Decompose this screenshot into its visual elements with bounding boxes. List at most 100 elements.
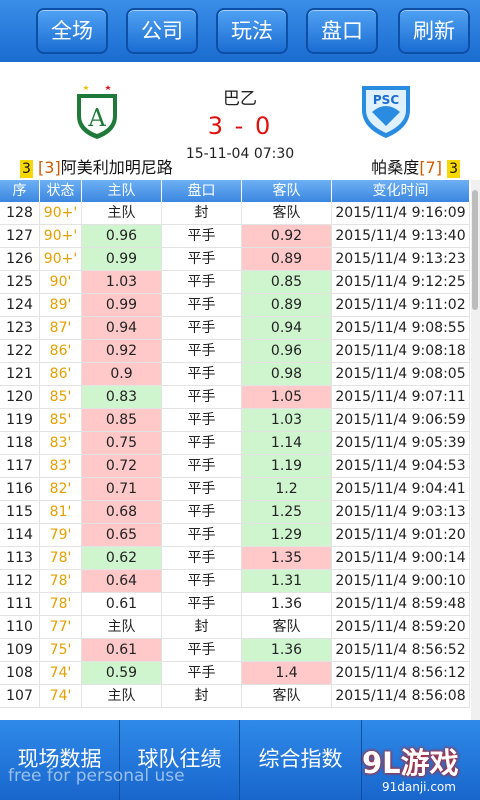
cell-change-time: 2015/11/4 9:03:13 — [332, 501, 470, 523]
cell-home-odds: 0.75 — [82, 432, 162, 454]
match-time: 15-11-04 07:30 — [185, 146, 295, 162]
cell-seq: 109 — [0, 639, 40, 661]
cell-change-time: 2015/11/4 9:01:20 — [332, 524, 470, 546]
cell-home-odds: 0.83 — [82, 386, 162, 408]
cell-handicap: 平手 — [162, 225, 242, 247]
cell-seq: 126 — [0, 248, 40, 270]
table-row[interactable]: 128 90+' 主队封客队 2015/11/4 9:16:09 — [0, 202, 470, 225]
tab-combined-index[interactable]: 综合指数 — [240, 720, 362, 800]
table-row[interactable]: 120 85' 0.83 平手 1.05 2015/11/4 9:07:11 — [0, 386, 470, 409]
table-row[interactable]: 109 75' 0.61 平手 1.36 2015/11/4 8:56:52 — [0, 639, 470, 662]
table-row[interactable]: 115 81' 0.68 平手 1.25 2015/11/4 9:03:13 — [0, 501, 470, 524]
cell-status: 74' — [40, 685, 82, 707]
table-row[interactable]: 125 90' 1.03 平手 0.85 2015/11/4 9:12:25 — [0, 271, 470, 294]
cell-status: 78' — [40, 547, 82, 569]
cell-away-odds: 0.98 — [242, 363, 332, 385]
cell-home-odds: 0.99 — [82, 248, 162, 270]
table-row[interactable]: 124 89' 0.99 平手 0.89 2015/11/4 9:11:02 — [0, 294, 470, 317]
away-team-logo-icon: PSC — [362, 86, 410, 138]
cell-handicap: 封 — [162, 202, 242, 224]
table-row[interactable]: 108 74' 0.59 平手 1.4 2015/11/4 8:56:12 — [0, 662, 470, 685]
cell-home-odds: 0.94 — [82, 317, 162, 339]
table-row[interactable]: 107 74' 主队封客队 2015/11/4 8:56:08 — [0, 685, 470, 708]
cell-seq: 121 — [0, 363, 40, 385]
cell-handicap: 平手 — [162, 294, 242, 316]
cell-home-odds: 0.9 — [82, 363, 162, 385]
cell-seq: 115 — [0, 501, 40, 523]
cell-change-time: 2015/11/4 9:08:18 — [332, 340, 470, 362]
cell-status: 86' — [40, 340, 82, 362]
cell-handicap: 平手 — [162, 432, 242, 454]
cell-change-time: 2015/11/4 9:06:59 — [332, 409, 470, 431]
table-row[interactable]: 110 77' 主队封客队 2015/11/4 8:59:20 — [0, 616, 470, 639]
table-row[interactable]: 113 78' 0.62 平手 1.35 2015/11/4 9:00:14 — [0, 547, 470, 570]
cell-status: 83' — [40, 455, 82, 477]
away-team[interactable]: 帕桑度[7] 3 — [371, 154, 460, 178]
cell-away-odds: 0.89 — [242, 294, 332, 316]
cell-status: 86' — [40, 363, 82, 385]
cell-home-odds: 主队 — [82, 202, 162, 224]
home-team-name: 阿美利加明尼路 — [60, 158, 173, 177]
cell-change-time: 2015/11/4 9:08:55 — [332, 317, 470, 339]
cell-seq: 119 — [0, 409, 40, 431]
cell-handicap: 平手 — [162, 271, 242, 293]
table-row[interactable]: 116 82' 0.71 平手 1.2 2015/11/4 9:04:41 — [0, 478, 470, 501]
table-row[interactable]: 127 90+' 0.96 平手 0.92 2015/11/4 9:13:40 — [0, 225, 470, 248]
cell-away-odds: 0.96 — [242, 340, 332, 362]
col-header-handicap: 盘口 — [162, 180, 242, 202]
cell-away-odds: 0.85 — [242, 271, 332, 293]
cell-change-time: 2015/11/4 8:59:48 — [332, 593, 470, 615]
table-row[interactable]: 123 87' 0.94 平手 0.94 2015/11/4 9:08:55 — [0, 317, 470, 340]
tab-handicap[interactable]: 盘口 — [306, 8, 378, 54]
cell-away-odds: 客队 — [242, 685, 332, 707]
tab-live-data[interactable]: 现场数据 — [0, 720, 120, 800]
cell-seq: 125 — [0, 271, 40, 293]
cell-status: 79' — [40, 524, 82, 546]
svg-text:A: A — [87, 104, 106, 132]
table-row[interactable]: 126 90+' 0.99 平手 0.89 2015/11/4 9:13:23 — [0, 248, 470, 271]
cell-change-time: 2015/11/4 9:07:11 — [332, 386, 470, 408]
tab-company[interactable]: 公司 — [126, 8, 198, 54]
cell-seq: 122 — [0, 340, 40, 362]
cell-away-odds: 1.31 — [242, 570, 332, 592]
refresh-button[interactable]: 刷新 — [398, 8, 470, 54]
cell-status: 90' — [40, 271, 82, 293]
table-row[interactable]: 117 83' 0.72 平手 1.19 2015/11/4 9:04:53 — [0, 455, 470, 478]
cell-handicap: 平手 — [162, 570, 242, 592]
cell-seq: 120 — [0, 386, 40, 408]
cell-change-time: 2015/11/4 9:13:23 — [332, 248, 470, 270]
col-header-status: 状态 — [40, 180, 82, 202]
cell-seq: 110 — [0, 616, 40, 638]
cell-status: 78' — [40, 593, 82, 615]
cell-seq: 111 — [0, 593, 40, 615]
table-row[interactable]: 118 83' 0.75 平手 1.14 2015/11/4 9:05:39 — [0, 432, 470, 455]
table-row[interactable]: 121 86' 0.9 平手 0.98 2015/11/4 9:08:05 — [0, 363, 470, 386]
table-row[interactable]: 112 78' 0.64 平手 1.31 2015/11/4 9:00:10 — [0, 570, 470, 593]
match-header: A 巴乙 3 - 0 15-11-04 07:30 PSC 3 [3]阿美利加明… — [0, 62, 480, 180]
table-row[interactable]: 119 85' 0.85 平手 1.03 2015/11/4 9:06:59 — [0, 409, 470, 432]
table-row[interactable]: 111 78' 0.61 平手 1.36 2015/11/4 8:59:48 — [0, 593, 470, 616]
home-team-logo-icon: A — [77, 85, 117, 139]
cell-change-time: 2015/11/4 9:00:14 — [332, 547, 470, 569]
tab-play-type[interactable]: 玩法 — [216, 8, 288, 54]
cell-change-time: 2015/11/4 8:56:52 — [332, 639, 470, 661]
cell-home-odds: 0.85 — [82, 409, 162, 431]
cell-seq: 114 — [0, 524, 40, 546]
table-row[interactable]: 122 86' 0.92 平手 0.96 2015/11/4 9:08:18 — [0, 340, 470, 363]
tab-full-match[interactable]: 全场 — [36, 8, 108, 54]
cell-home-odds: 0.99 — [82, 294, 162, 316]
cell-home-odds: 1.03 — [82, 271, 162, 293]
cell-home-odds: 0.61 — [82, 639, 162, 661]
odds-table-body[interactable]: 128 90+' 主队封客队 2015/11/4 9:16:09 127 90+' 0.96… — [0, 202, 470, 708]
cell-change-time: 2015/11/4 9:12:25 — [332, 271, 470, 293]
home-team[interactable]: 3 [3]阿美利加明尼路 — [20, 154, 173, 178]
match-score: 3 - 0 — [207, 112, 273, 140]
table-row[interactable]: 114 79' 0.65 平手 1.29 2015/11/4 9:01:20 — [0, 524, 470, 547]
table-scroll-thumb[interactable] — [472, 190, 478, 310]
cell-status: 81' — [40, 501, 82, 523]
away-league-position: 3 — [447, 160, 460, 178]
cell-home-odds: 主队 — [82, 616, 162, 638]
top-nav-bar: 全场 公司 玩法 盘口 刷新 — [0, 0, 480, 62]
cell-change-time: 2015/11/4 9:11:02 — [332, 294, 470, 316]
tab-team-history[interactable]: 球队往绩 — [120, 720, 240, 800]
